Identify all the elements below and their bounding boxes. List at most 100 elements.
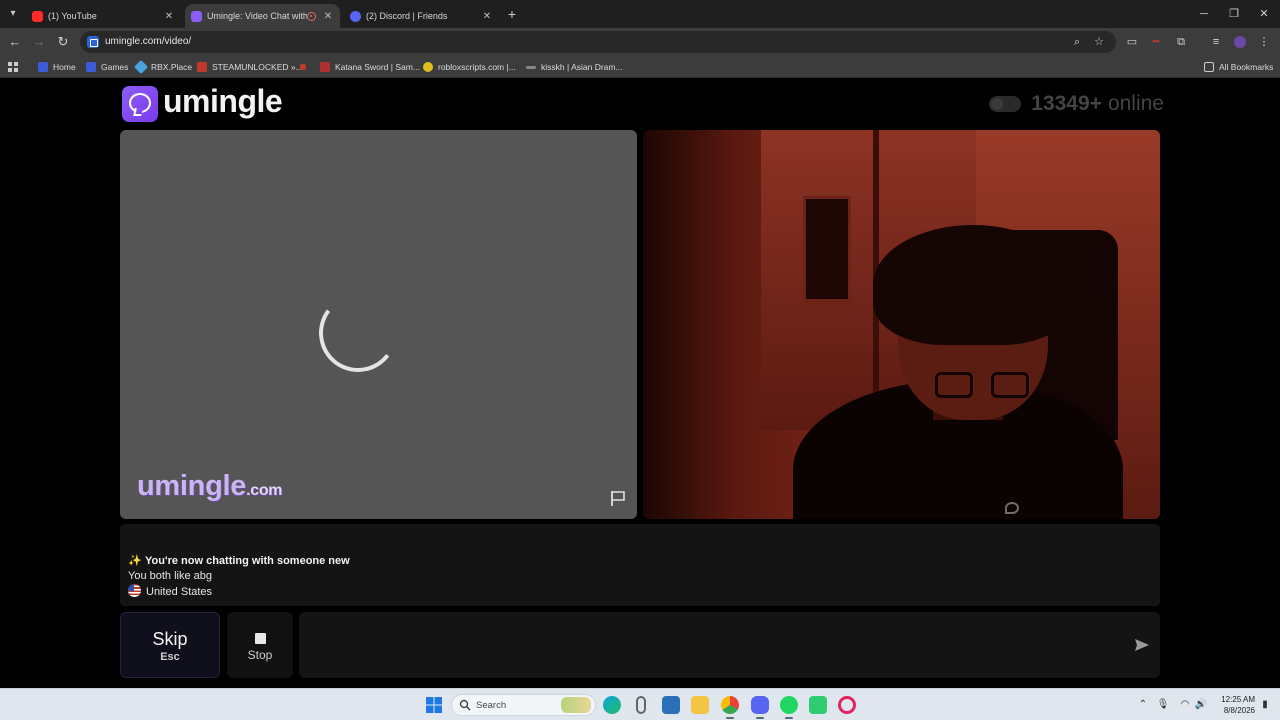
bookmark-games[interactable]: Games [86,60,128,74]
edge-icon[interactable] [603,696,621,714]
message-input[interactable] [299,612,1160,678]
online-toggle-icon[interactable] [989,96,1022,112]
close-tab-icon[interactable]: ✕ [481,11,493,22]
search-label: Search [476,700,507,711]
stop-button[interactable]: Stop [227,612,293,678]
tab-title: Umingle: Video Chat with St [207,11,307,21]
taskbar-clock[interactable]: 12:25 AM 8/8/2026 [1211,694,1255,716]
tab-youtube[interactable]: (1) YouTube ✕ [26,4,181,28]
extension-red-icon[interactable]: ━ [1148,34,1164,50]
restore-icon[interactable]: ❐ [1226,6,1242,22]
bookmark-star-icon[interactable]: ☆ [1092,35,1106,49]
site-camera-icon[interactable] [87,36,99,48]
tab-discord[interactable]: (2) Discord | Friends ✕ [344,4,499,28]
tab-title: (2) Discord | Friends [366,11,448,21]
umingle-favicon-icon [191,10,202,22]
windows-taskbar: Search ⌃ 🎙 ◠ 🔊 12:25 AM 8/8/2026 ▮ [0,688,1280,720]
zoom-icon[interactable]: ⌕ [1070,35,1084,49]
new-tab-button[interactable]: + [504,6,520,22]
close-tab-icon[interactable]: ✕ [322,11,334,22]
youtube-favicon-icon [32,10,43,22]
clock-date: 8/8/2026 [1223,706,1255,715]
online-indicator: 13349+ online [989,92,1164,116]
forward-icon[interactable]: → [31,34,47,50]
video-watermark: umingle.com [137,470,283,503]
us-flag-icon [128,584,141,597]
opera-icon[interactable] [838,696,856,714]
tab-umingle[interactable]: Umingle: Video Chat with St ✕ [185,4,340,28]
profile-avatar-icon[interactable] [1232,34,1248,50]
all-bookmarks-folder[interactable]: All Bookmarks [1204,60,1273,74]
self-camera-video [643,130,1160,519]
send-icon[interactable] [1133,636,1151,654]
kisskh-icon [526,65,536,69]
search-highlight-image [561,697,591,713]
browser-tab-bar: ▾ (1) YouTube ✕ Umingle: Video Chat with… [0,0,1280,28]
bookmark-label: kisskh | Asian Dram... [541,62,623,72]
roblox-icon [38,62,48,72]
all-bookmarks-label: All Bookmarks [1219,62,1274,72]
wifi-icon[interactable]: ◠ [1178,698,1192,712]
camera-person-glasses [935,372,973,398]
bookmark-label: RBX.Place [151,62,193,72]
minimize-icon[interactable]: ─ [1196,6,1212,22]
apps-grid-icon [8,61,18,72]
bookmark-robloxscripts[interactable]: robloxscripts.com |... [423,60,516,74]
chat-log: ✨ You're now chatting with someone new Yo… [120,524,1160,606]
bookmark-katana-sword[interactable]: Katana Sword | Sam... [320,60,420,74]
url-text[interactable]: umingle.com/video/ [105,36,191,47]
katana-icon [320,62,330,72]
search-icon [459,699,471,711]
system-message-text: You're now chatting with someone new [145,555,350,567]
file-explorer-icon[interactable] [691,696,709,714]
report-flag-icon[interactable] [609,489,627,507]
bookmark-home[interactable]: Home [38,60,76,74]
tray-chevron-icon[interactable]: ⌃ [1136,698,1150,712]
rbx-place-icon [133,59,149,75]
roblox-icon [86,62,96,72]
spotify-icon[interactable] [780,696,798,719]
umingle-logo-icon[interactable] [122,86,158,122]
volume-icon[interactable]: 🔊 [1194,698,1208,712]
tab-search-menu-icon[interactable]: ▾ [5,6,21,22]
bookmark-label: Katana Sword | Sam... [335,62,420,72]
browser-toolbar: ← → ↻ umingle.com/video/ ⌕ ☆ ▭ ━ ⧉ ≡ ⋮ [0,28,1280,56]
loading-spinner-icon [313,288,403,378]
bookmark-label: STEAMUNLOCKED »... [212,62,303,72]
umingle-page: umingle 13349+ online umingle.com ✨ You'… [0,79,1280,688]
bookmark-rbx-place[interactable]: RBX.Place [133,59,193,75]
skip-label: Skip [152,629,188,649]
media-controls-icon[interactable]: ≡ [1208,34,1224,50]
robloxscripts-icon [423,62,433,72]
bookmark-kisskh[interactable]: kisskh | Asian Dram... [526,60,623,74]
chrome-menu-icon[interactable]: ⋮ [1256,34,1272,50]
bookmark-unnamed[interactable] [300,60,311,74]
mouse-app-icon[interactable] [636,696,646,714]
red-bookmark-icon [300,64,306,70]
close-tab-icon[interactable]: ✕ [163,11,175,22]
back-icon[interactable]: ← [7,34,23,50]
skip-button[interactable]: Skip Esc [120,612,220,678]
store-icon[interactable] [662,696,680,714]
extension-game-icon[interactable]: ▭ [1124,34,1140,50]
bookmark-steamunlocked[interactable]: STEAMUNLOCKED »... [197,60,303,74]
close-window-icon[interactable]: ✕ [1256,6,1272,22]
camera-person-hair [873,225,1073,345]
chat-bubble-icon [129,93,151,113]
windows-start-icon[interactable] [425,696,443,714]
extensions-puzzle-icon[interactable]: ⧉ [1173,34,1189,50]
tab-title: (1) YouTube [48,11,97,21]
camera-person-glasses [991,372,1029,398]
address-bar[interactable]: umingle.com/video/ ⌕ ☆ [80,31,1116,53]
discord-icon[interactable] [751,696,769,719]
reload-icon[interactable]: ↻ [55,34,71,50]
discord-favicon-icon [350,10,361,22]
bookmarks-bar: Home Games RBX.Place STEAMUNLOCKED »... … [0,56,1280,78]
apps-grid-icon[interactable] [8,60,19,74]
site-logo-text[interactable]: umingle [163,83,283,120]
chrome-icon[interactable] [721,696,739,719]
microphone-icon[interactable]: 🎙 [1156,698,1170,712]
green-app-icon[interactable] [809,696,827,714]
taskbar-search[interactable]: Search [451,694,596,716]
notification-bell-icon[interactable]: ▮ [1258,698,1272,712]
